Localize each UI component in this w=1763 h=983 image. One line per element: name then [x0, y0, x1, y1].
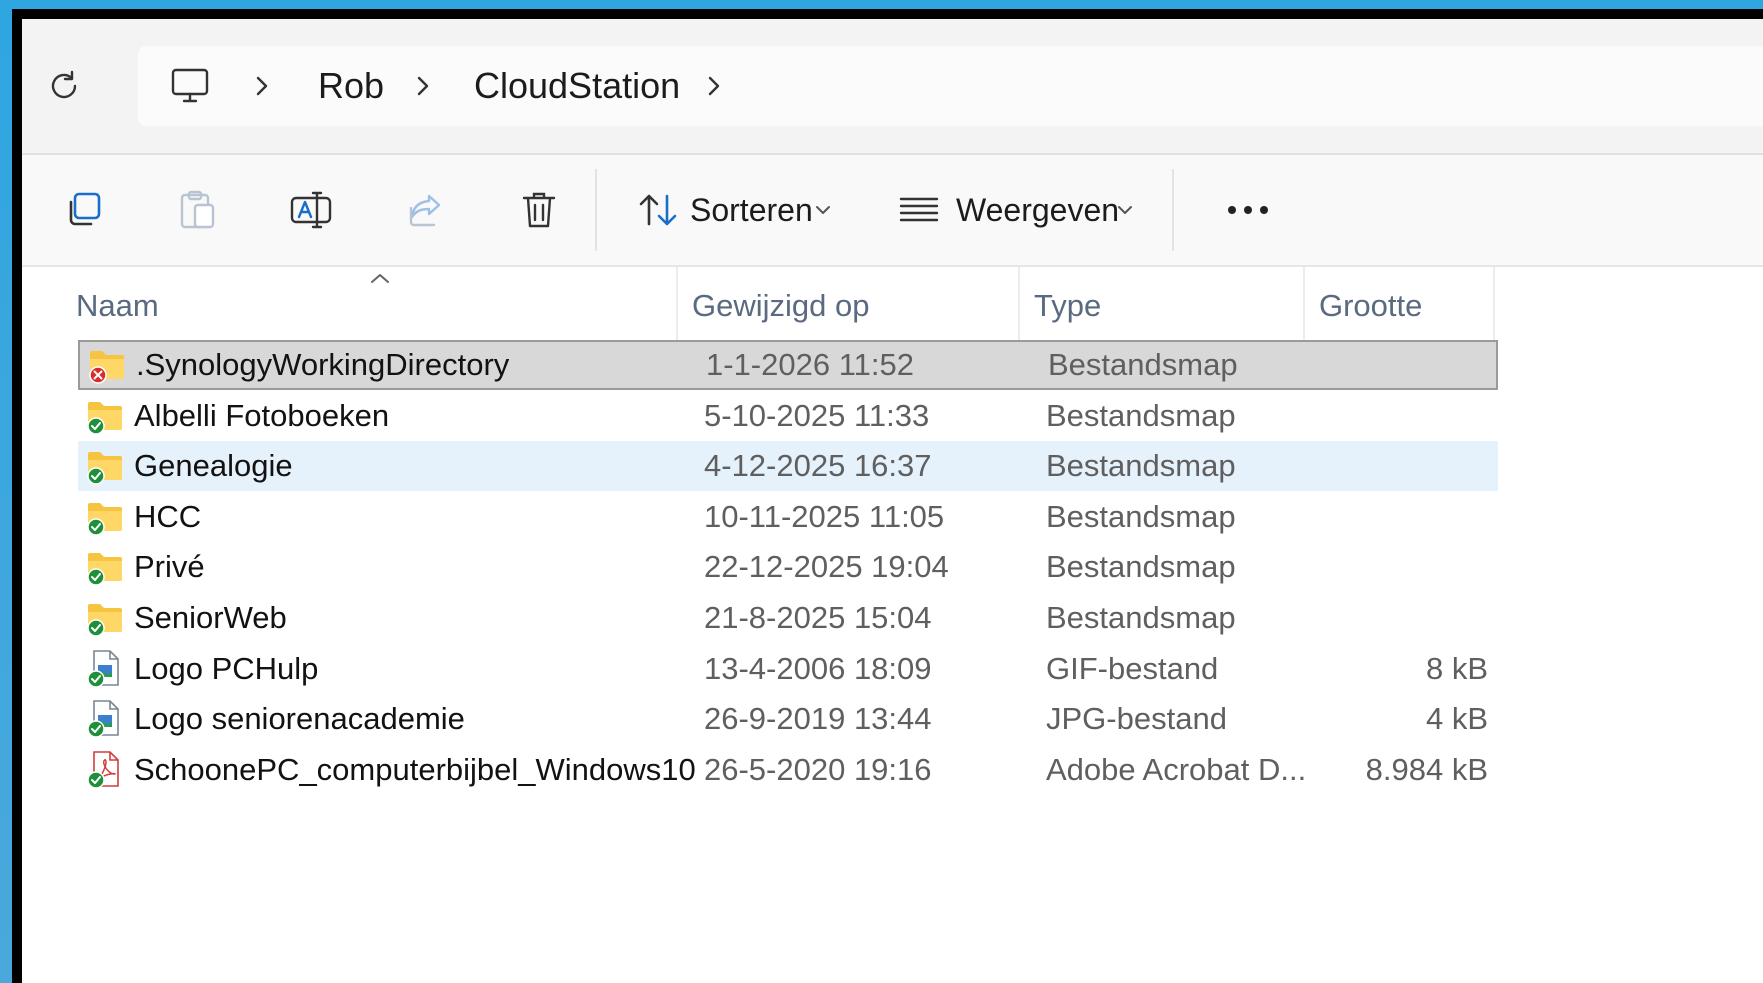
file-row[interactable]: Genealogie 4-12-2025 16:37 Bestandsmap — [78, 441, 1498, 492]
view-icon — [899, 197, 939, 222]
folder-icon — [87, 401, 122, 435]
file-modified: 5-10-2025 11:33 — [704, 397, 930, 433]
chevron-down-icon[interactable] — [814, 177, 832, 243]
file-type: Bestandsmap — [1046, 549, 1236, 585]
file-type: Bestandsmap — [1048, 347, 1238, 382]
file-name: Genealogie — [134, 448, 293, 484]
breadcrumb-root[interactable] — [170, 46, 210, 126]
file-row[interactable]: Logo PCHulp 13-4-2006 18:09 GIF-bestand … — [78, 644, 1498, 694]
file-name: Logo seniorenacademie — [134, 701, 465, 737]
explorer-content: Rob CloudStation Sorteren Weergeven Naam… — [22, 19, 1763, 983]
file-type: JPG-bestand — [1046, 701, 1227, 737]
file-type: Adobe Acrobat D... — [1046, 751, 1307, 787]
file-modified: 21-8-2025 15:04 — [704, 599, 932, 635]
folder-icon — [87, 452, 122, 485]
file-icon-cell — [86, 391, 126, 441]
file-icon-cell — [86, 694, 126, 744]
pdf-file-icon — [87, 750, 119, 789]
computer-icon — [171, 68, 209, 103]
file-modified: 22-12-2025 19:04 — [704, 549, 949, 585]
chevron-right-icon[interactable] — [254, 46, 270, 126]
more-icon[interactable] — [1228, 177, 1268, 243]
delete-button[interactable] — [506, 177, 572, 243]
command-bar: Sorteren Weergeven — [22, 155, 1763, 267]
sort-label[interactable]: Sorteren — [690, 177, 813, 243]
paste-button[interactable] — [164, 177, 230, 243]
sort-icon — [639, 194, 677, 226]
file-modified: 13-4-2006 18:09 — [704, 650, 932, 686]
column-header-modified[interactable]: Gewijzigd op — [678, 267, 1020, 345]
folder-icon — [87, 502, 122, 536]
refresh-icon — [51, 70, 77, 99]
file-type: Bestandsmap — [1046, 599, 1236, 635]
chevron-down-icon[interactable] — [1116, 177, 1134, 243]
paste-icon — [180, 190, 215, 229]
file-modified: 1-1-2026 11:52 — [706, 347, 914, 382]
file-name: .SynologyWorkingDirectory — [136, 347, 510, 382]
file-icon-cell — [86, 441, 126, 491]
file-modified: 10-11-2025 11:05 — [704, 498, 945, 534]
file-type: Bestandsmap — [1046, 448, 1236, 484]
file-size: 8 kB — [1425, 650, 1488, 686]
column-header-size[interactable]: Grootte — [1305, 267, 1495, 345]
refresh-button[interactable] — [42, 64, 86, 108]
file-row[interactable]: SchoonePC_computerbijbel_Windows10 26-5-… — [78, 745, 1498, 795]
folder-icon — [89, 351, 124, 384]
file-row[interactable]: SeniorWeb 21-8-2025 15:04 Bestandsmap — [78, 593, 1498, 643]
file-type: Bestandsmap — [1046, 397, 1236, 433]
file-icon-cell — [86, 492, 126, 542]
file-list: .SynologyWorkingDirectory 1-1-2026 11:52… — [78, 340, 1498, 795]
image-file-icon — [87, 649, 119, 688]
file-name: SeniorWeb — [134, 599, 287, 635]
breadcrumb-item-rob[interactable]: Rob — [318, 46, 384, 126]
file-icon-cell — [88, 342, 128, 388]
file-type: GIF-bestand — [1046, 650, 1219, 686]
column-header-name[interactable]: Naam — [62, 267, 678, 345]
delete-icon — [522, 192, 556, 228]
file-name: Logo PCHulp — [134, 650, 319, 686]
copy-button[interactable] — [50, 177, 116, 243]
sort-button[interactable] — [626, 177, 692, 243]
folder-icon — [87, 603, 122, 637]
file-modified: 4-12-2025 16:37 — [704, 448, 932, 484]
file-icon-cell — [86, 542, 126, 592]
file-row[interactable]: Albelli Fotoboeken 5-10-2025 11:33 Besta… — [78, 391, 1498, 441]
file-name: SchoonePC_computerbijbel_Windows10 — [134, 751, 696, 787]
file-icon-cell — [86, 644, 126, 694]
file-icon-cell — [86, 745, 126, 795]
view-button[interactable] — [886, 177, 952, 243]
share-icon — [409, 194, 441, 227]
file-size: 4 kB — [1425, 701, 1488, 737]
file-row[interactable]: .SynologyWorkingDirectory 1-1-2026 11:52… — [78, 340, 1498, 390]
file-modified: 26-9-2019 13:44 — [704, 701, 932, 737]
copy-icon — [69, 192, 101, 226]
file-name: HCC — [134, 498, 202, 534]
file-row[interactable]: Privé 22-12-2025 19:04 Bestandsmap — [78, 542, 1498, 592]
rename-icon — [290, 191, 332, 229]
column-header-type[interactable]: Type — [1020, 267, 1305, 345]
share-button[interactable] — [392, 177, 458, 243]
view-label[interactable]: Weergeven — [956, 177, 1119, 243]
folder-icon — [87, 553, 122, 587]
file-modified: 26-5-2020 19:16 — [704, 751, 932, 787]
file-name: Albelli Fotoboeken — [134, 397, 390, 433]
file-type: Bestandsmap — [1046, 498, 1236, 534]
file-name: Privé — [134, 549, 205, 585]
file-row[interactable]: HCC 10-11-2025 11:05 Bestandsmap — [78, 492, 1498, 542]
file-row[interactable]: Logo seniorenacademie 26-9-2019 13:44 JP… — [78, 694, 1498, 744]
explorer-window: Rob CloudStation Sorteren Weergeven Naam… — [12, 9, 1763, 983]
chevron-right-icon[interactable] — [415, 46, 431, 126]
address-bar-area: Rob CloudStation — [22, 19, 1763, 155]
toolbar-separator — [595, 169, 597, 251]
breadcrumb-item-cloudstation[interactable]: CloudStation — [474, 46, 680, 126]
breadcrumb[interactable]: Rob CloudStation — [138, 46, 1763, 126]
chevron-right-icon[interactable] — [706, 46, 722, 126]
toolbar-separator — [1172, 169, 1174, 251]
file-size: 8.984 kB — [1365, 751, 1488, 787]
image-file-icon — [87, 700, 119, 738]
file-icon-cell — [86, 593, 126, 643]
rename-button[interactable] — [278, 177, 344, 243]
